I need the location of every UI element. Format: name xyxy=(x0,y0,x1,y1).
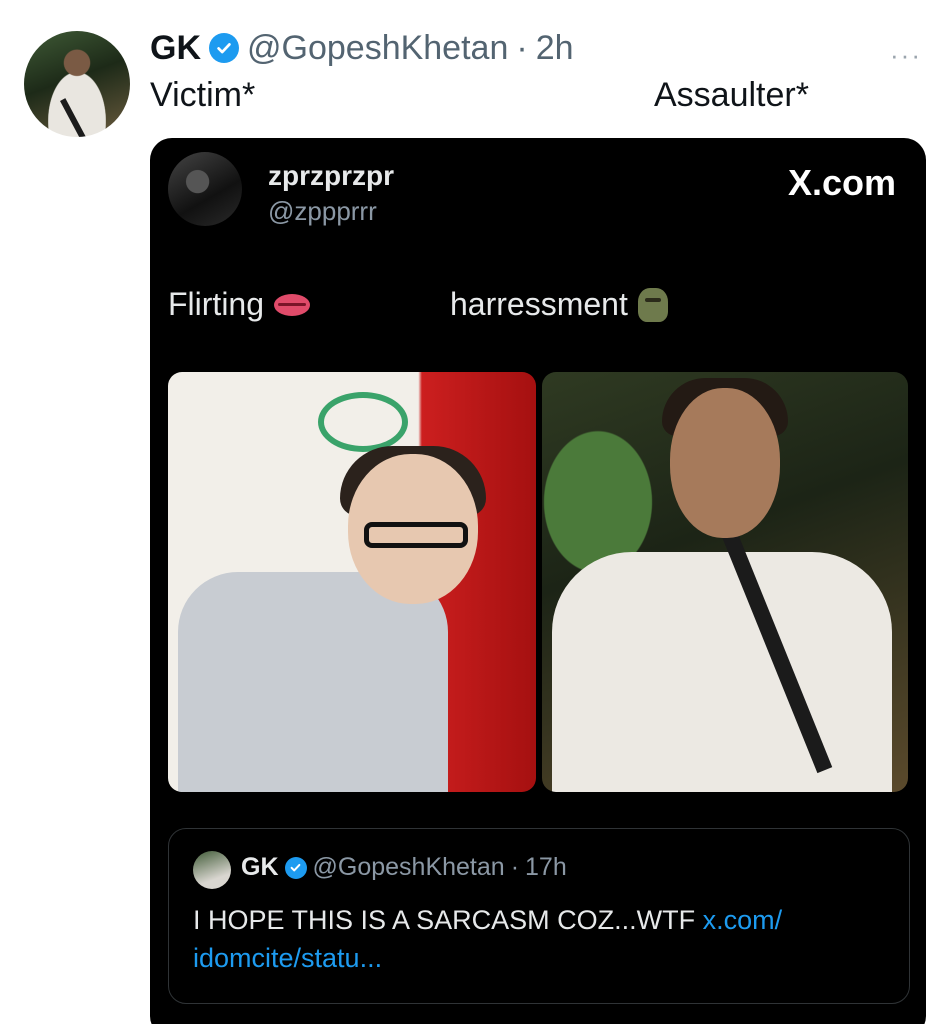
photo-left xyxy=(168,372,536,792)
embedded-text-flirting: Flirting xyxy=(168,286,311,323)
quoted-message: I HOPE THIS IS A SARCASM COZ...WTF xyxy=(193,905,696,935)
verified-badge-icon xyxy=(209,33,239,63)
tweet-header: GK @GopeshKhetan · 2h xyxy=(150,28,574,68)
quoted-avatar xyxy=(193,851,231,889)
quoted-header: GK @GopeshKhetan · 17h xyxy=(241,853,567,882)
photo-right xyxy=(542,372,908,792)
troll-emoji-icon xyxy=(637,287,668,322)
quoted-handle: @GopeshKhetan xyxy=(312,853,505,881)
verified-badge-icon xyxy=(284,856,307,879)
embedded-display-name: zprzprzpr xyxy=(268,160,394,191)
separator-dot: · xyxy=(510,853,520,881)
tweet-text-victim: Victim* xyxy=(150,76,256,114)
quoted-timestamp: 17h xyxy=(525,853,567,881)
embedded-handle: @zppprrr xyxy=(268,196,377,226)
quoted-text: I HOPE THIS IS A SARCASM COZ...WTF x.com… xyxy=(193,901,873,977)
quoted-tweet[interactable]: GK @GopeshKhetan · 17h I HOPE THIS IS A … xyxy=(168,828,910,1004)
quoted-display-name: GK xyxy=(241,853,279,881)
separator-dot: · xyxy=(516,29,528,67)
user-avatar[interactable] xyxy=(24,31,130,137)
user-handle[interactable]: @GopeshKhetan xyxy=(247,28,508,68)
embedded-avatar xyxy=(168,152,242,226)
lips-emoji-icon xyxy=(274,293,311,316)
display-name[interactable]: GK xyxy=(150,28,201,68)
embedded-text-harassment: harressment xyxy=(450,286,668,323)
x-logo-icon: X.com xyxy=(787,162,896,203)
embedded-screenshot[interactable]: zprzprzpr @zppprrr X.com Flirting harres… xyxy=(150,138,926,1024)
more-options-icon[interactable]: ··· xyxy=(890,40,922,71)
harassment-label: harressment xyxy=(450,286,628,322)
tweet-text-assaulter: Assaulter* xyxy=(654,76,809,114)
timestamp[interactable]: 2h xyxy=(536,28,574,68)
flirting-label: Flirting xyxy=(168,286,265,322)
